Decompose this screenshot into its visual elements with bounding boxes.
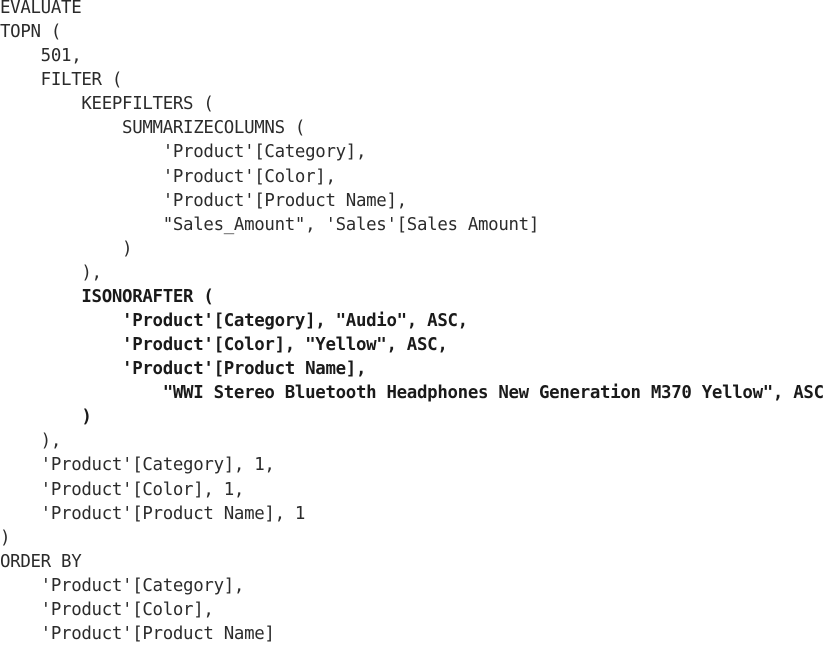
code-line-highlighted: "WWI Stereo Bluetooth Headphones New Gen… — [0, 383, 824, 404]
code-line-highlighted: 'Product'[Category], "Audio", ASC, — [0, 311, 468, 332]
code-line: ORDER BY — [0, 551, 82, 572]
code-line: TOPN ( — [0, 22, 62, 43]
code-line: ), — [0, 431, 62, 452]
code-line: 'Product'[Color], — [0, 599, 214, 620]
code-line: ) — [0, 527, 11, 548]
code-line-highlighted: 'Product'[Product Name], — [0, 359, 367, 380]
code-line: SUMMARIZECOLUMNS ( — [0, 118, 306, 139]
code-line: "Sales_Amount", 'Sales'[Sales Amount] — [0, 214, 540, 235]
code-line: 'Product'[Color], 1, — [0, 479, 245, 500]
code-line-highlighted: 'Product'[Color], "Yellow", ASC, — [0, 335, 448, 356]
code-line: 'Product'[Product Name], 1 — [0, 503, 306, 524]
code-line-highlighted: ISONORAFTER ( — [0, 286, 214, 307]
code-line: ) — [0, 238, 133, 259]
code-line: 'Product'[Category], — [0, 142, 367, 163]
code-line: 'Product'[Product Name], — [0, 190, 407, 211]
code-line: 'Product'[Color], — [0, 166, 336, 187]
code-line: 501, — [0, 46, 82, 67]
dax-query-code-block: EVALUATE TOPN ( 501, FILTER ( KEEPFILTERS… — [0, 0, 824, 646]
code-line-highlighted: ) — [0, 407, 92, 428]
code-line: 'Product'[Product Name] — [0, 624, 275, 645]
code-line: ), — [0, 262, 102, 283]
code-line: KEEPFILTERS ( — [0, 94, 214, 115]
code-line: EVALUATE — [0, 0, 82, 18]
code-line: 'Product'[Category], — [0, 575, 245, 596]
code-line: 'Product'[Category], 1, — [0, 455, 275, 476]
code-line: FILTER ( — [0, 70, 123, 91]
